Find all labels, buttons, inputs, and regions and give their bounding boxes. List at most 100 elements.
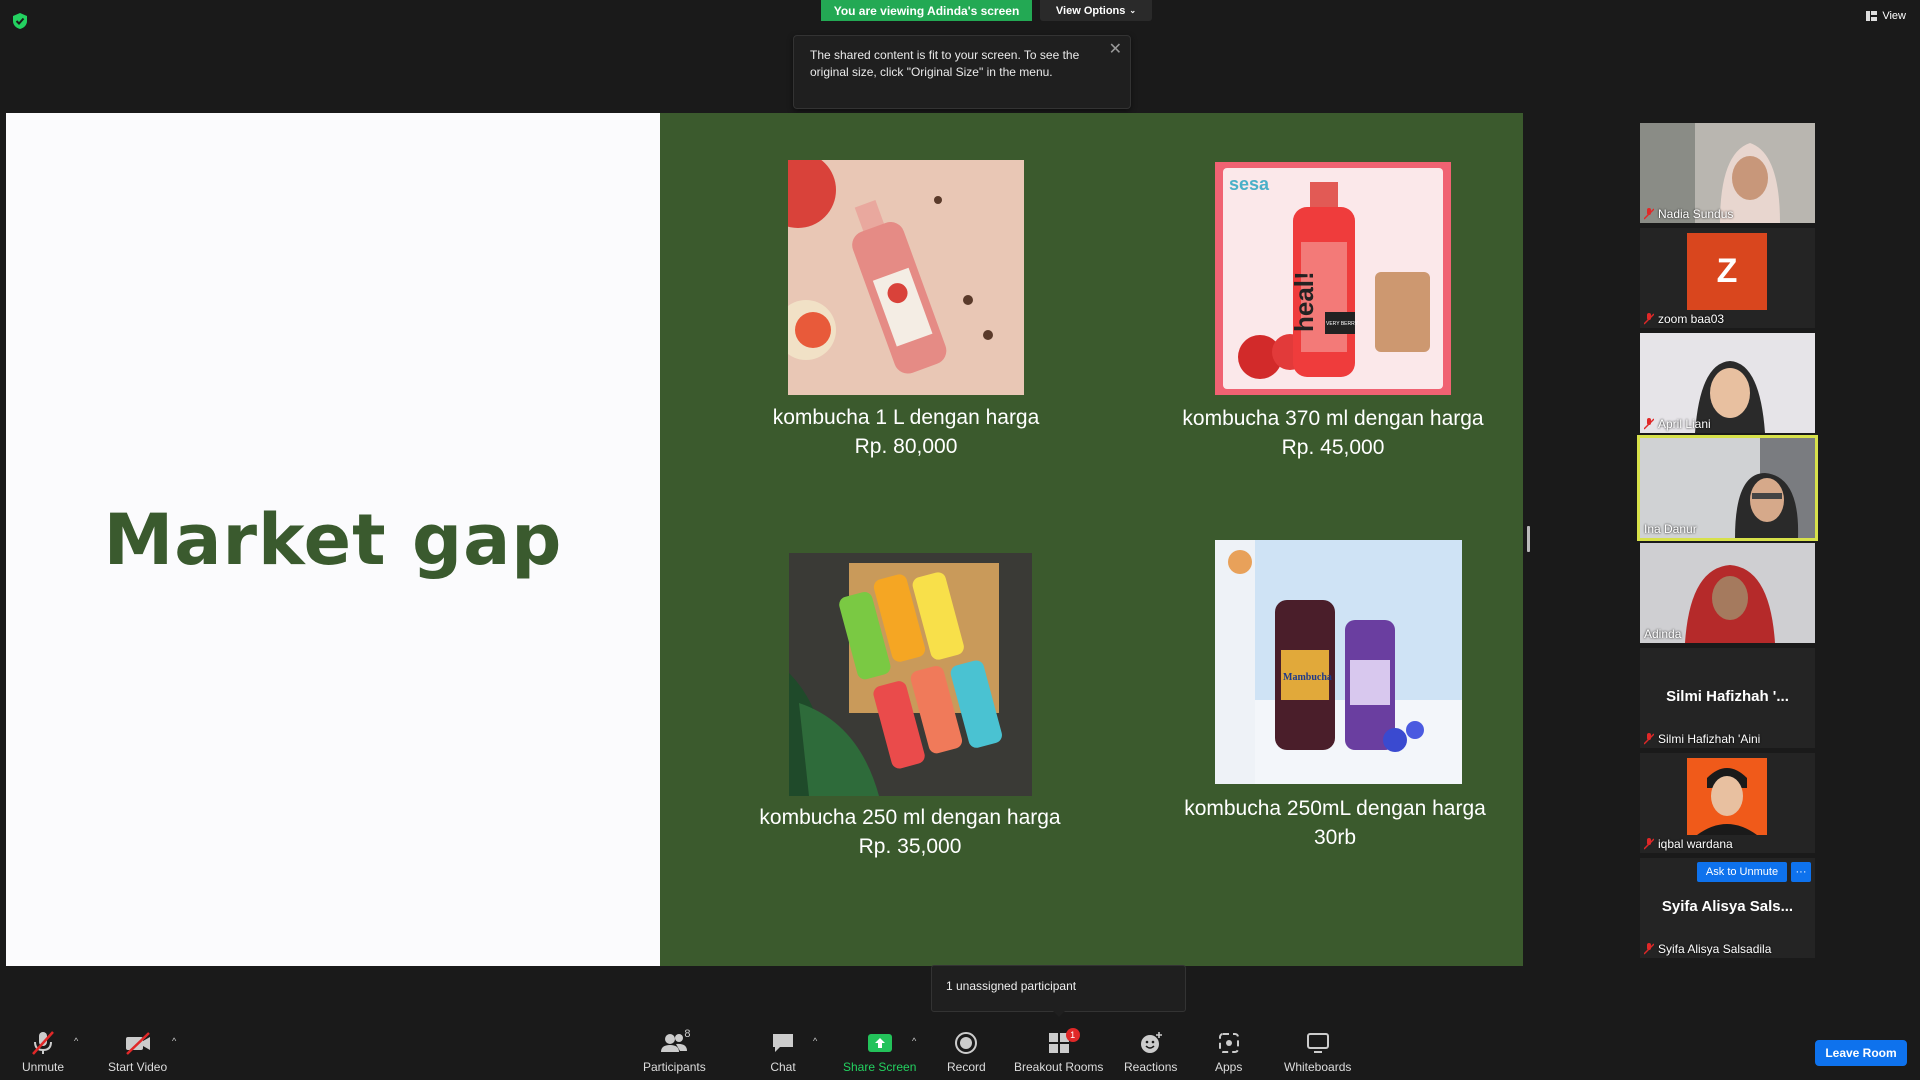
chat-options-caret[interactable]: ^ (813, 1036, 817, 1046)
participant-name: Silmi Hafizhah 'Aini (1658, 732, 1761, 746)
view-button[interactable]: View (1866, 10, 1906, 22)
participant-name: April Liani (1658, 417, 1711, 431)
share-options-caret[interactable]: ^ (912, 1036, 916, 1046)
resize-handle[interactable] (1527, 526, 1530, 552)
more-options-button[interactable]: ··· (1791, 862, 1811, 882)
participant-tile[interactable]: Nadia Sundus (1640, 123, 1815, 223)
participant-name-tag: iqbal wardana (1644, 837, 1733, 851)
video-options-caret[interactable]: ^ (172, 1036, 176, 1046)
fit-screen-tooltip: The shared content is fit to your screen… (793, 35, 1131, 109)
unmute-label: Unmute (22, 1060, 65, 1074)
unassigned-participant-tooltip: 1 unassigned participant (931, 965, 1186, 1012)
reactions-button[interactable]: Reactions (1124, 1030, 1177, 1074)
chat-button[interactable]: Chat (770, 1030, 796, 1074)
participant-name: Syifa Alisya Salsadila (1658, 942, 1772, 956)
start-video-label: Start Video (108, 1060, 168, 1074)
participant-name-tag: Silmi Hafizhah 'Aini (1644, 732, 1760, 746)
product-1-desc: kombucha 1 L dengan harga (772, 406, 1040, 429)
product-2-desc: kombucha 370 ml dengan harga (1182, 407, 1484, 430)
record-label: Record (947, 1060, 986, 1074)
chat-icon (773, 1034, 793, 1052)
apps-icon (1218, 1033, 1239, 1053)
video-off-icon (125, 1032, 150, 1055)
participants-count: 8 (684, 1028, 691, 1040)
unmute-button[interactable]: Unmute (22, 1030, 64, 1074)
share-screen-button[interactable]: Share Screen (843, 1030, 916, 1074)
participant-name-tag: Nadia Sundus (1644, 207, 1733, 221)
product-image-kombucha-250ml (789, 553, 1032, 796)
breakout-rooms-button[interactable]: 1 Breakout Rooms (1014, 1028, 1104, 1074)
participant-name: Ina Danur (1644, 522, 1697, 536)
mic-muted-icon (1644, 943, 1654, 955)
mic-muted-icon (1644, 208, 1654, 220)
participant-name: Nadia Sundus (1658, 207, 1734, 221)
product-image-kombucha-370ml: sesa heal! VERY BERRY (1215, 162, 1451, 395)
breakout-rooms-label: Breakout Rooms (1014, 1060, 1104, 1074)
view-options-label: View Options (1055, 4, 1126, 17)
record-button[interactable]: Record (947, 1030, 986, 1074)
breakout-badge: 1 (1065, 1028, 1080, 1042)
participant-tile[interactable]: iqbal wardana (1640, 753, 1815, 853)
participant-tile[interactable]: April Liani (1640, 333, 1815, 433)
product-4-bottle-text: Mambucha (1283, 672, 1332, 683)
product-image-kombucha-250ml-b: Mambucha (1215, 540, 1462, 784)
product-caption-3: kombucha 250 ml dengan harga Rp. 35,000 (750, 803, 1070, 861)
apps-button[interactable]: Apps (1215, 1030, 1242, 1074)
mic-muted-icon (1644, 733, 1654, 745)
whiteboards-label: Whiteboards (1284, 1060, 1352, 1074)
participant-name-tag: April Liani (1644, 417, 1711, 431)
close-icon[interactable]: ✕ (1109, 41, 1122, 58)
product-1-price: Rp. 80,000 (854, 435, 958, 458)
participant-name: iqbal wardana (1658, 837, 1733, 851)
participant-name: Adinda (1644, 627, 1682, 641)
reactions-icon (1140, 1032, 1162, 1053)
product-caption-1: kombucha 1 L dengan harga Rp. 80,000 (756, 403, 1056, 461)
participant-name-tag: Ina Danur (1644, 522, 1697, 536)
product-2-bottle-sub: VERY BERRY (1326, 321, 1359, 327)
slide-title: Market gap (103, 498, 563, 581)
tooltip-arrow (1053, 1011, 1065, 1017)
audio-options-caret[interactable]: ^ (74, 1036, 78, 1046)
participants-button[interactable]: 8 Participants (643, 1028, 706, 1074)
chat-label: Chat (770, 1060, 796, 1074)
avatar: Z (1687, 233, 1767, 310)
shared-screen: Market gap kombucha 1 L dengan harga Rp.… (6, 113, 1523, 966)
view-options-button[interactable]: View Options ⌄ (1040, 0, 1152, 21)
product-4-price: 30rb (1313, 826, 1357, 849)
mic-muted-icon (1644, 418, 1654, 430)
avatar (1687, 758, 1767, 835)
share-screen-icon (867, 1034, 892, 1052)
leave-room-button[interactable]: Leave Room (1815, 1040, 1907, 1066)
record-icon (955, 1032, 978, 1054)
participant-name-tag: zoom baa03 (1644, 312, 1724, 326)
participants-label: Participants (643, 1060, 706, 1074)
participant-tile[interactable]: Adinda (1640, 543, 1815, 643)
slide-left-panel: Market gap (6, 113, 660, 966)
participant-name: zoom baa03 (1658, 312, 1725, 326)
participant-display-name: Silmi Hafizhah '... (1666, 688, 1789, 705)
product-image-kombucha-1l (788, 160, 1024, 395)
product-2-brand: sesa (1229, 174, 1270, 194)
whiteboard-icon (1306, 1033, 1329, 1053)
participant-tile[interactable]: Silmi Hafizhah '... Silmi Hafizhah 'Aini (1640, 648, 1815, 748)
reactions-label: Reactions (1124, 1060, 1178, 1074)
share-screen-label: Share Screen (843, 1060, 917, 1074)
view-label: View (1882, 10, 1906, 22)
security-shield-icon[interactable] (12, 12, 28, 30)
participant-name-tag: Adinda (1644, 627, 1681, 641)
meeting-toolbar: Unmute ^ Start Video ^ 8 Participants Ch… (0, 1020, 1920, 1080)
product-3-price: Rp. 35,000 (858, 835, 962, 858)
product-caption-4: kombucha 250mL dengan harga 30rb (1170, 794, 1500, 852)
product-3-desc: kombucha 250 ml dengan harga (759, 806, 1061, 829)
viewing-screen-banner: You are viewing Adinda's screen (821, 0, 1032, 21)
product-caption-2: kombucha 370 ml dengan harga Rp. 45,000 (1173, 404, 1493, 462)
participant-tile[interactable]: Z zoom baa03 (1640, 228, 1815, 328)
ask-to-unmute-button[interactable]: Ask to Unmute (1697, 862, 1787, 882)
mic-muted-icon (1644, 838, 1654, 850)
product-2-price: Rp. 45,000 (1281, 436, 1385, 459)
grid-view-icon (1866, 11, 1878, 21)
participant-tile-active-speaker[interactable]: Ina Danur (1637, 435, 1818, 541)
start-video-button[interactable]: Start Video (108, 1030, 167, 1074)
whiteboards-button[interactable]: Whiteboards (1284, 1030, 1351, 1074)
mic-muted-icon (1644, 313, 1654, 325)
